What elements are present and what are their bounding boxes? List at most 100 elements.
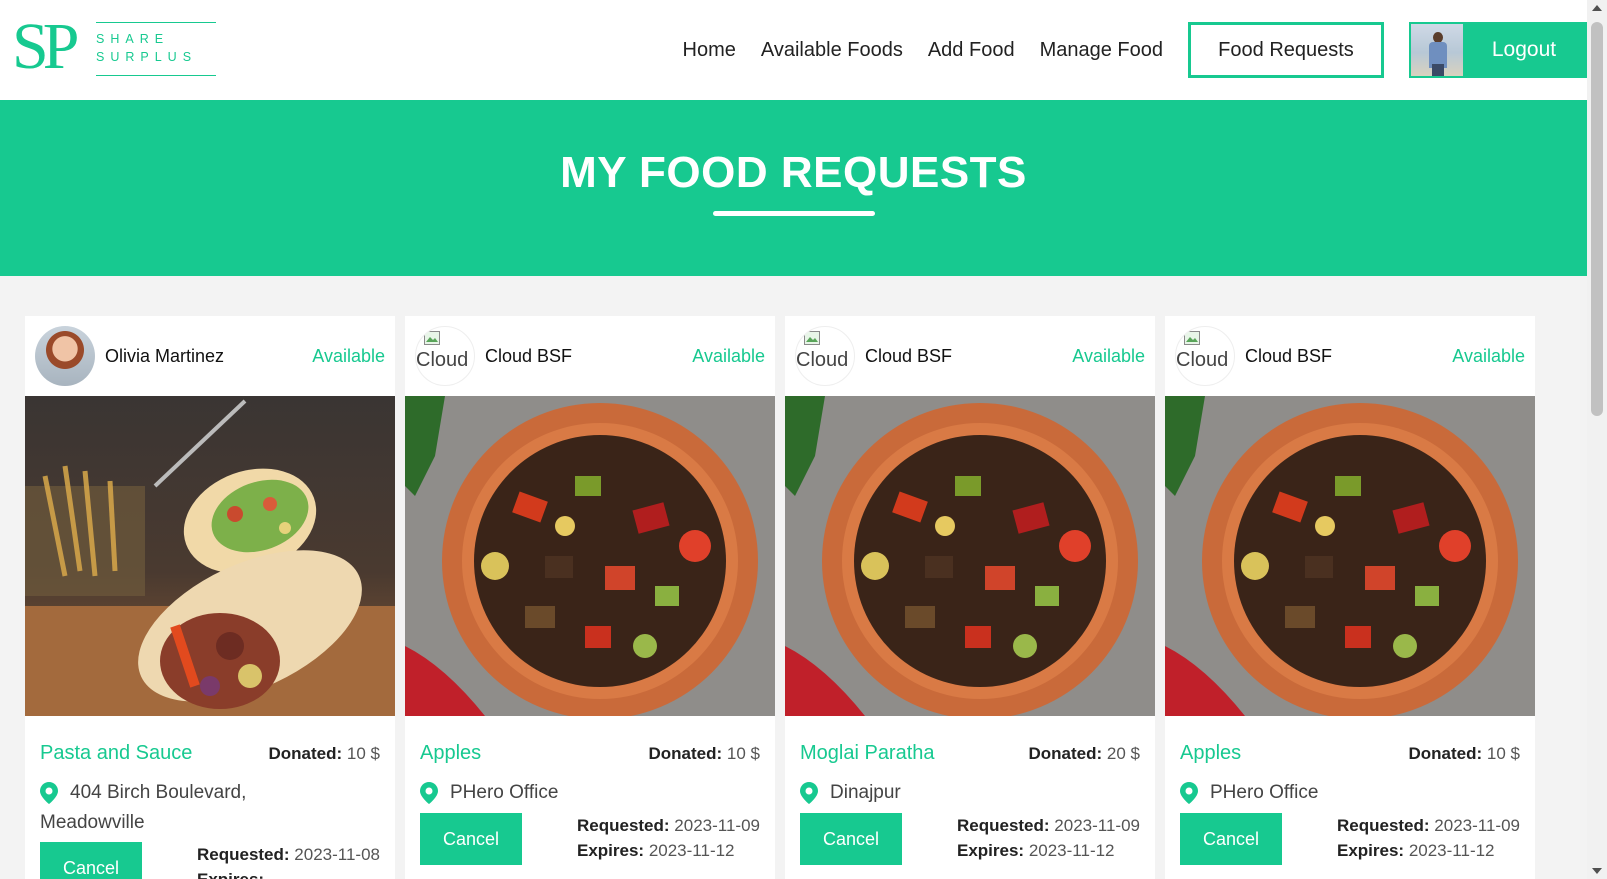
pickup-location: Dinajpur — [830, 782, 901, 803]
expires-label: Expires: — [956, 841, 1025, 860]
cancel-request-button[interactable]: Cancel — [40, 842, 142, 879]
broken-image-icon — [804, 331, 820, 345]
broken-image-alt: Cloud — [796, 349, 849, 371]
logout-button[interactable]: Logout — [1409, 22, 1587, 78]
logo-initials: SP — [12, 10, 79, 83]
expires-date: Expires: 2023-11-12 — [1337, 838, 1520, 863]
food-name[interactable]: Apples — [420, 742, 481, 765]
logo-rule-top — [96, 22, 216, 23]
expires-value: 2023-11-12 — [648, 841, 735, 860]
status-badge: Available — [1452, 346, 1525, 366]
donated-label: Donated: — [268, 744, 343, 763]
logo-wordmark: SHARE SURPLUS — [96, 30, 197, 66]
request-dates: Requested: 2023-11-09 Expires: 2023-11-1… — [957, 813, 1140, 863]
broken-image-icon — [424, 331, 440, 345]
nav-link-available-foods[interactable]: Available Foods — [761, 39, 903, 62]
status-badge: Available — [1072, 346, 1145, 366]
requested-date: Requested: 2023-11-08 — [197, 842, 380, 867]
donated-value: 10 $ — [346, 744, 380, 763]
nav-menu: Home Available Foods Add Food Manage Foo… — [658, 22, 1587, 78]
food-name[interactable]: Pasta and Sauce — [40, 742, 192, 765]
requested-value: 2023-11-08 — [294, 845, 380, 864]
request-card: Cloud Cloud BSF Available — [405, 316, 775, 879]
card-body: Pasta and Sauce Donated: 10 $ 404 Birch … — [25, 716, 395, 879]
request-card: Cloud Cloud BSF Available — [785, 316, 1155, 879]
scroll-thumb[interactable] — [1591, 22, 1603, 416]
requested-date: Requested: 2023-11-09 — [1337, 813, 1520, 838]
expires-date: Expires: 2023-11-12 — [577, 838, 760, 863]
donated-amount: Donated: 10 $ — [1409, 744, 1521, 764]
cancel-request-button[interactable]: Cancel — [1180, 813, 1282, 865]
donated-amount: Donated: 10 $ — [649, 744, 761, 764]
requested-label: Requested: — [1336, 816, 1430, 835]
donor-avatar — [35, 326, 95, 386]
food-image-wrap — [1165, 396, 1535, 716]
logout-label: Logout — [1491, 38, 1557, 61]
expires-value: 2023-11-12 — [1408, 841, 1495, 860]
nav-food-requests-button[interactable]: Food Requests — [1188, 22, 1384, 78]
donor-name: Cloud BSF — [865, 346, 953, 366]
food-image-wrap — [405, 396, 775, 716]
expires-label: Expires: — [1336, 841, 1405, 860]
donor-name: Olivia Martinez — [105, 346, 225, 366]
donated-label: Donated: — [1408, 744, 1483, 763]
donor-avatar: Cloud — [1175, 326, 1235, 386]
food-name[interactable]: Moglai Paratha — [800, 742, 935, 765]
food-image-wrap-illustration — [785, 396, 1155, 716]
scroll-down-arrow-icon[interactable] — [1592, 868, 1602, 874]
pickup-location: PHero Office — [1210, 782, 1319, 803]
requested-value: 2023-11-09 — [1054, 816, 1140, 835]
status-badge: Available — [312, 346, 385, 366]
requested-label: Requested: — [956, 816, 1050, 835]
cancel-request-button[interactable]: Cancel — [800, 813, 902, 865]
food-image-wrap-illustration — [405, 396, 775, 716]
card-body: Moglai Paratha Donated: 20 $ Dinajpur Ca… — [785, 716, 1155, 879]
donated-value: 10 $ — [726, 744, 760, 763]
donated-value: 10 $ — [1486, 744, 1520, 763]
card-body: Apples Donated: 10 $ PHero Office Cancel… — [1165, 716, 1535, 879]
request-dates: Requested: 2023-11-08 Expires: — [197, 842, 380, 879]
request-card: Cloud Cloud BSF Available — [1165, 316, 1535, 879]
navbar: SP SHARE SURPLUS Home Available Foods Ad… — [0, 0, 1587, 100]
logo-rule-bottom — [96, 75, 216, 76]
nav-link-add-food[interactable]: Add Food — [928, 39, 1015, 62]
card-header: Cloud Cloud BSF Available — [405, 316, 775, 396]
pickup-location: PHero Office — [450, 782, 559, 803]
request-card: Olivia Martinez Available Pasta and Sauc… — [25, 316, 395, 879]
request-dates: Requested: 2023-11-09 Expires: 2023-11-1… — [577, 813, 760, 863]
user-avatar — [1411, 24, 1463, 76]
card-body: Apples Donated: 10 $ PHero Office Cancel… — [405, 716, 775, 879]
nav-link-home[interactable]: Home — [683, 39, 736, 62]
food-image-wrap-illustration — [25, 396, 395, 716]
card-header: Cloud Cloud BSF Available — [1165, 316, 1535, 396]
requested-value: 2023-11-09 — [674, 816, 760, 835]
requested-date: Requested: 2023-11-09 — [957, 813, 1140, 838]
food-image-wrap — [25, 396, 395, 716]
pickup-location: 404 Birch Boulevard, Meadowville — [40, 782, 247, 833]
card-header: Olivia Martinez Available — [25, 316, 395, 396]
scroll-up-arrow-icon[interactable] — [1592, 5, 1602, 11]
page-banner: MY FOOD REQUESTS — [0, 100, 1587, 276]
food-image-wrap-illustration — [1165, 396, 1535, 716]
requested-date: Requested: 2023-11-09 — [577, 813, 760, 838]
donor-name: Cloud BSF — [1245, 346, 1333, 366]
expires-label: Expires: — [576, 841, 645, 860]
logo-word-surplus: SURPLUS — [96, 50, 198, 64]
donated-label: Donated: — [648, 744, 723, 763]
page-title: MY FOOD REQUESTS — [560, 148, 1027, 197]
expires-date: Expires: 2023-11-12 — [957, 838, 1140, 863]
title-underline — [713, 211, 875, 216]
cancel-request-button[interactable]: Cancel — [420, 813, 522, 865]
card-header: Cloud Cloud BSF Available — [785, 316, 1155, 396]
donated-label: Donated: — [1028, 744, 1103, 763]
brand-logo[interactable]: SP SHARE SURPLUS — [12, 14, 216, 80]
expires-label: Expires: — [197, 870, 264, 879]
page-scrollbar[interactable] — [1587, 0, 1607, 879]
donor-avatar: Cloud — [415, 326, 475, 386]
nav-link-manage-food[interactable]: Manage Food — [1040, 39, 1163, 62]
logo-word-share: SHARE — [96, 32, 170, 46]
request-dates: Requested: 2023-11-09 Expires: 2023-11-1… — [1337, 813, 1520, 863]
food-name[interactable]: Apples — [1180, 742, 1241, 765]
food-image-wrap — [785, 396, 1155, 716]
donor-name: Cloud BSF — [485, 346, 573, 366]
